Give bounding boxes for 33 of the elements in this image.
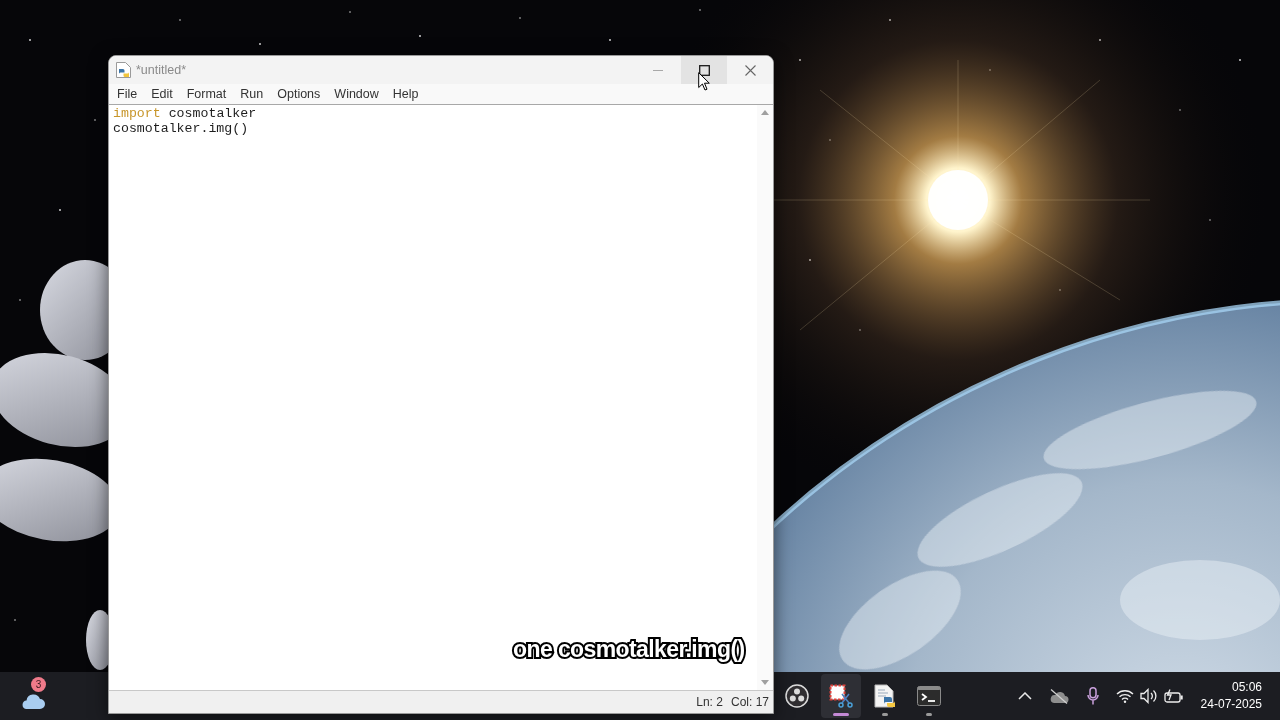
column-number-text: Col: 17 — [730, 694, 769, 711]
notification-badge: 3 — [31, 677, 46, 692]
cloud-icon[interactable] — [20, 692, 46, 709]
taskbar-app-button[interactable] — [820, 674, 861, 718]
maximize-icon — [698, 64, 710, 76]
menu-item[interactable]: Format — [179, 85, 234, 103]
cloud-off-icon[interactable] — [1048, 688, 1069, 704]
wifi-icon[interactable] — [1115, 689, 1134, 703]
line-number-text: Ln: 2 — [696, 694, 723, 711]
minimize-icon — [653, 69, 663, 71]
menu-item[interactable]: Options — [270, 85, 328, 103]
menu-item[interactable]: Help — [385, 85, 426, 103]
menu-item[interactable]: Edit — [144, 85, 180, 103]
menu-item[interactable]: Window — [327, 85, 386, 103]
microphone-icon[interactable] — [1086, 687, 1099, 705]
terminal-icon — [916, 686, 941, 706]
document-icon — [873, 684, 896, 708]
document-icon — [116, 62, 131, 78]
window-title: *untitled* — [136, 61, 187, 79]
menu-item[interactable]: Run — [233, 85, 271, 103]
speaker-icon[interactable] — [1139, 688, 1157, 704]
menu-item[interactable]: File — [110, 85, 145, 103]
chevron-up-icon[interactable] — [1017, 692, 1032, 700]
clock-time[interactable]: 05:06 — [1231, 679, 1262, 696]
code-keyword: import — [113, 106, 161, 121]
code-text: cosmotalker — [168, 106, 257, 121]
scissors-icon — [828, 684, 853, 708]
subtitle-caption: one cosmotalker.img() — [513, 635, 745, 664]
battery-charging-icon[interactable] — [1163, 688, 1184, 704]
close-icon — [744, 64, 756, 76]
circle-logo-icon — [784, 684, 809, 708]
code-text: cosmotalker.img() — [113, 121, 249, 136]
clock-date[interactable]: 24-07-2025 — [1200, 696, 1262, 713]
